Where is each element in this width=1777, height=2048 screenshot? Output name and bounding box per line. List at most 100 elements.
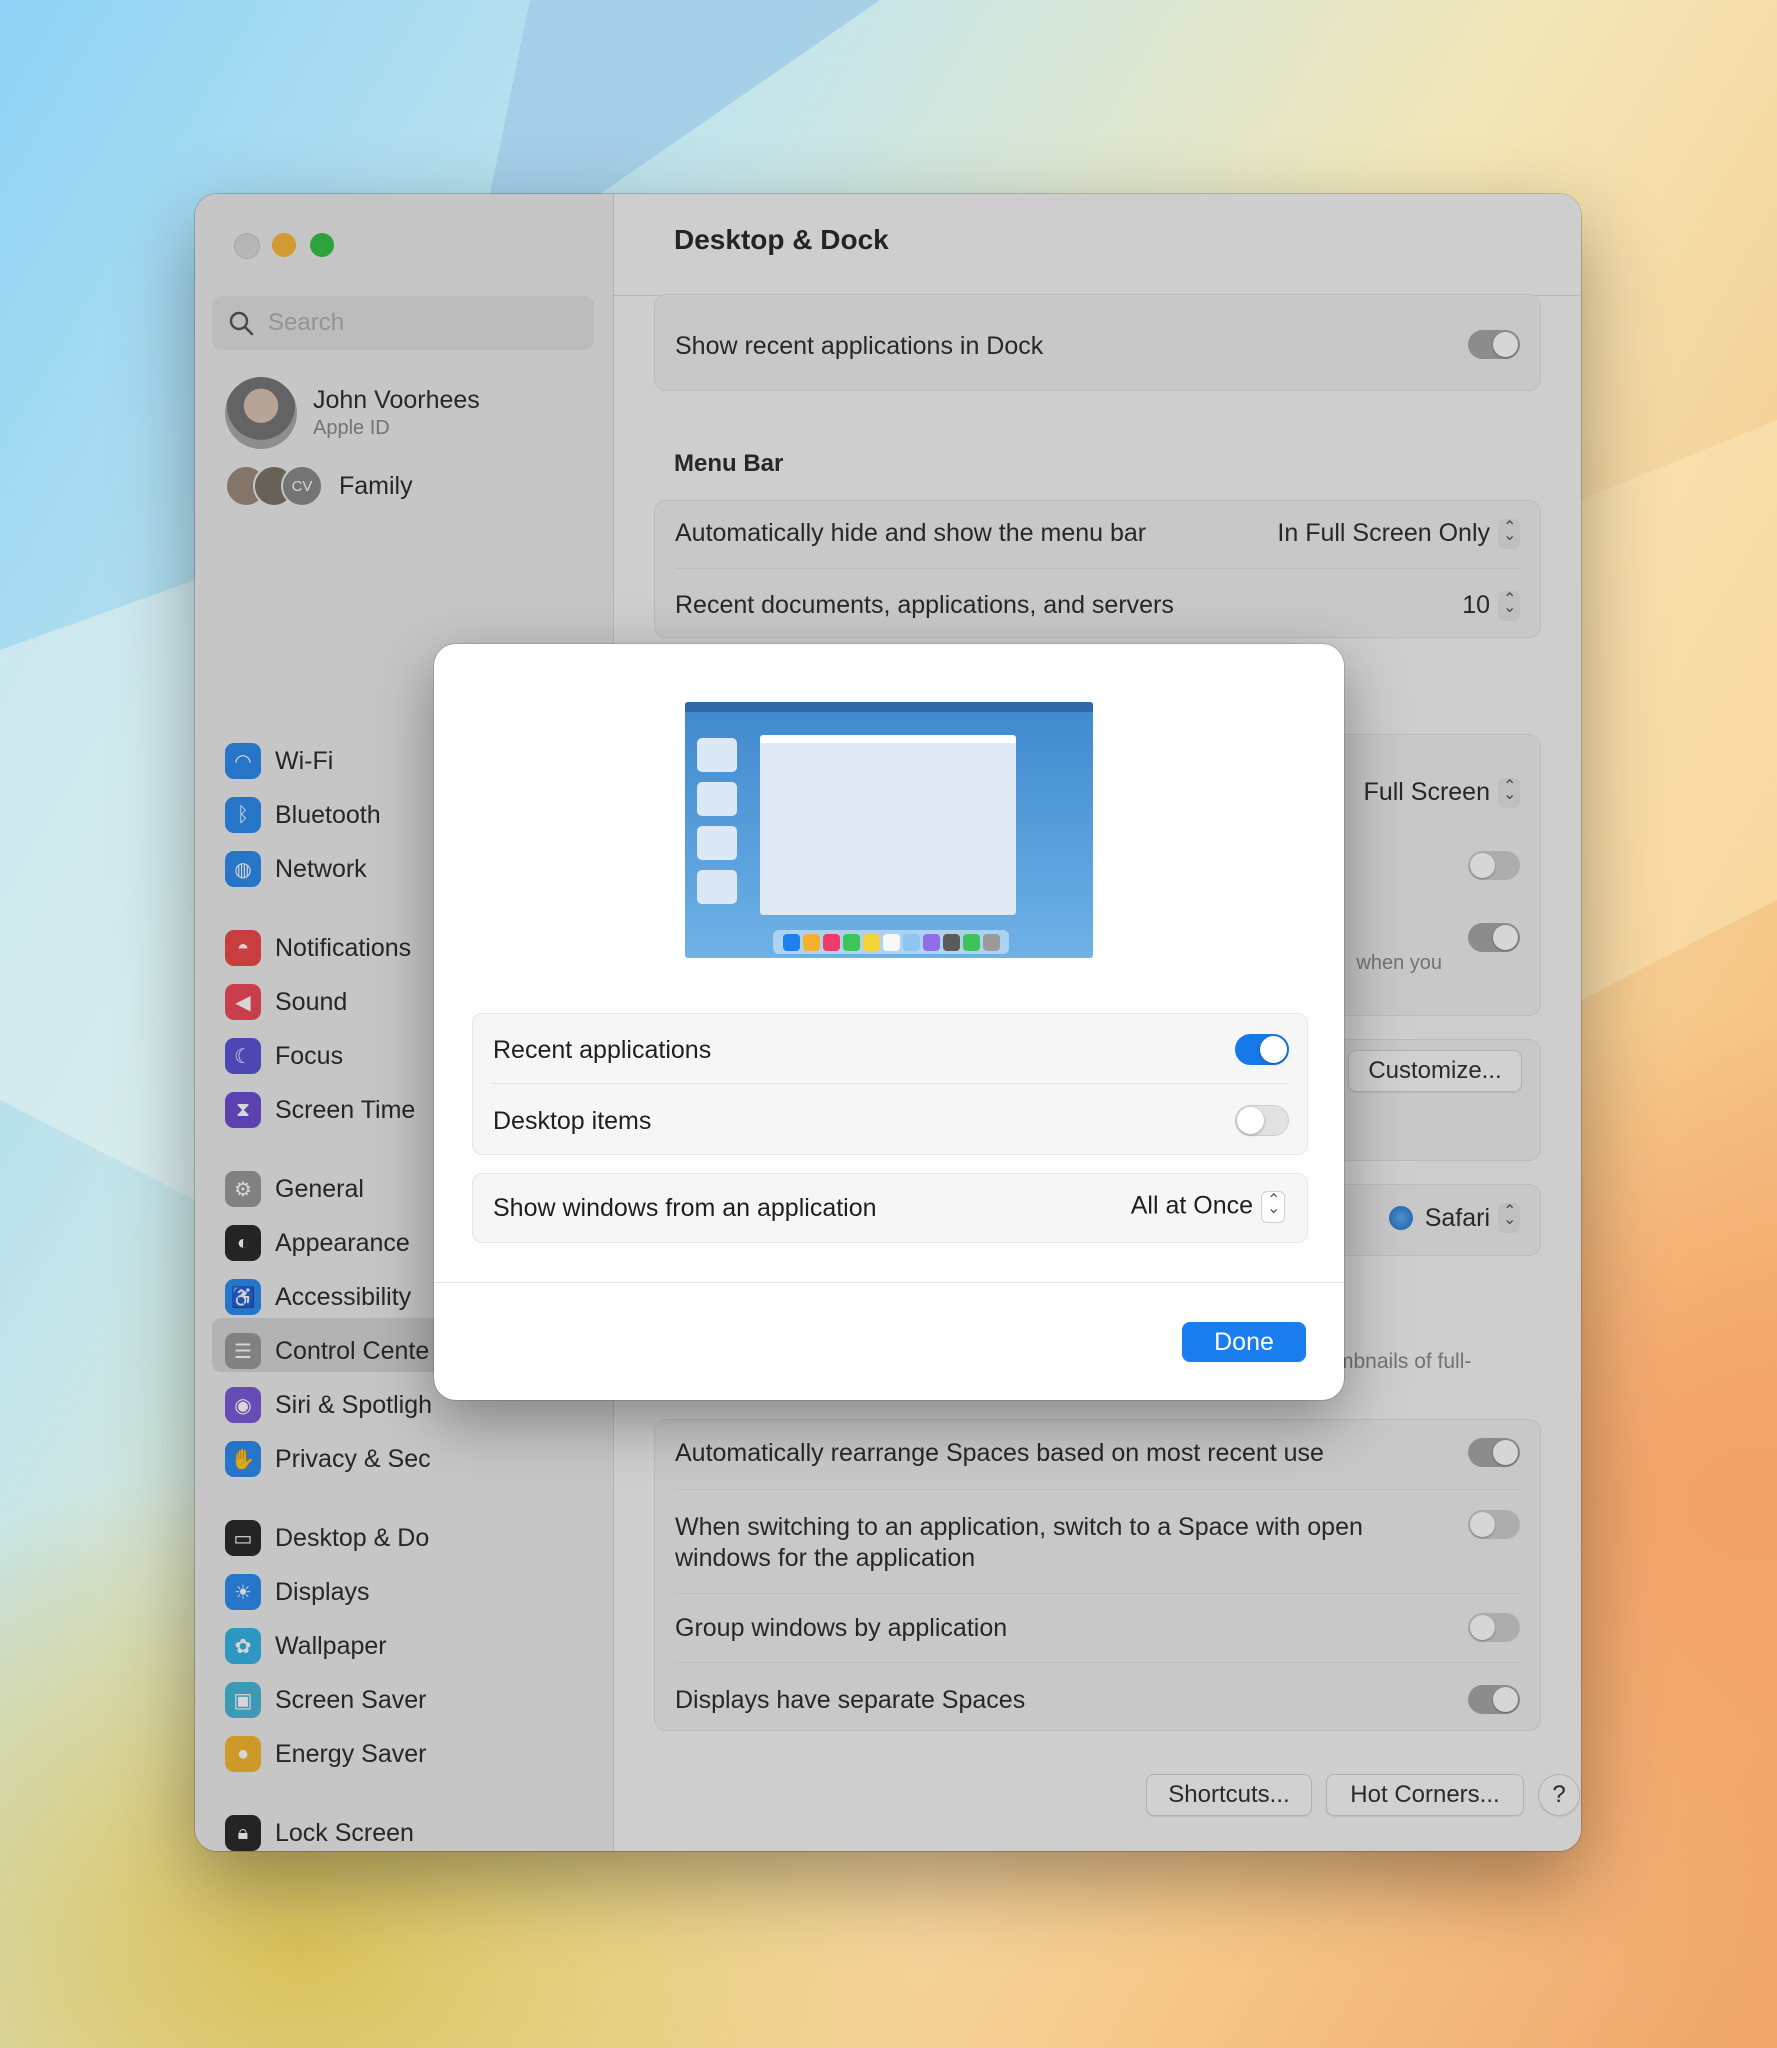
preview-dock-app [922, 933, 940, 951]
customize-button[interactable]: Customize... [1348, 1050, 1522, 1092]
sidebar-item-label: Displays [275, 1577, 370, 1606]
separate-spaces-row: Displays have separate Spaces [675, 1686, 1520, 1715]
desktop-items-label: Desktop items [493, 1107, 652, 1135]
popup-arrows-icon [1498, 589, 1520, 622]
show-windows-value: All at Once [1130, 1191, 1253, 1220]
bell-icon: ◓ [225, 930, 261, 966]
sidebar-item-siri-spotligh[interactable]: ◉ Siri & Spotligh [225, 1385, 432, 1425]
preview-menu-bar [685, 702, 1093, 712]
recent-docs-popup[interactable]: 10 [1462, 589, 1520, 622]
content-titlebar: Desktop & Dock [614, 194, 1581, 296]
switching-toggle[interactable] [1468, 1510, 1520, 1539]
recent-applications-toggle[interactable] [1235, 1034, 1289, 1065]
family-item[interactable]: CV Family [225, 465, 413, 507]
mission-control-group: Automatically rearrange Spaces based on … [654, 1419, 1541, 1731]
full-screen-popup[interactable]: Full Screen [1363, 776, 1520, 809]
help-button[interactable]: ? [1538, 1774, 1580, 1816]
family-avatar-initials: CV [281, 465, 323, 507]
lock-icon: 🔒︎ [225, 1815, 261, 1851]
sidebar-item-desktop-do[interactable]: ▭ Desktop & Do [225, 1518, 429, 1558]
group-windows-row: Group windows by application [675, 1614, 1520, 1643]
sheet-divider [434, 1282, 1344, 1283]
shortcuts-button[interactable]: Shortcuts... [1146, 1774, 1312, 1816]
sidebar-item-wi-fi[interactable]: ◠ Wi-Fi [225, 741, 333, 781]
recent-docs-value: 10 [1462, 591, 1490, 619]
appearance-icon: ◐ [225, 1225, 261, 1261]
sidebar-item-label: Notifications [275, 933, 412, 962]
preview-dock-app [802, 933, 820, 951]
wifi-icon: ◠ [225, 743, 261, 779]
autohide-value: In Full Screen Only [1277, 519, 1490, 547]
desktop-items-row: Desktop items [493, 1107, 1287, 1136]
recent-apps-row: Show recent applications in Dock [675, 332, 1520, 361]
moon-icon: ☾ [225, 1038, 261, 1074]
autohide-label: Automatically hide and show the menu bar [675, 519, 1147, 547]
recent-apps-toggle[interactable] [1468, 330, 1520, 359]
sidebar-item-displays[interactable]: ☀ Displays [225, 1572, 369, 1612]
preview-desktop-item [697, 826, 737, 860]
sidebar-item-appearance[interactable]: ◐ Appearance [225, 1223, 410, 1263]
hourglass-icon: ⧗ [225, 1092, 261, 1128]
sidebar-item-label: Sound [275, 987, 348, 1016]
sidebar-item-label: Network [275, 854, 367, 883]
preview-dock [773, 930, 1009, 954]
show-windows-popup[interactable]: All at Once [1130, 1190, 1285, 1223]
separate-spaces-toggle[interactable] [1468, 1685, 1520, 1714]
sidebar-item-privacy-sec[interactable]: ✋ Privacy & Sec [225, 1439, 431, 1479]
recent-applications-label: Recent applications [493, 1036, 712, 1064]
recent-docs-label: Recent documents, applications, and serv… [675, 591, 1174, 619]
sidebar-item-label: Privacy & Sec [275, 1444, 431, 1473]
sidebar-item-label: Bluetooth [275, 800, 381, 829]
sidebar-item-bluetooth[interactable]: ᛒ Bluetooth [225, 795, 381, 835]
dock-preview-image [685, 702, 1093, 958]
sidebar-item-screen-saver[interactable]: ▣ Screen Saver [225, 1680, 426, 1720]
flower-icon: ✿ [225, 1628, 261, 1664]
sidebar-item-lock-screen[interactable]: 🔒︎ Lock Screen [225, 1813, 414, 1851]
close-window-button[interactable] [234, 233, 260, 259]
hot-corners-button[interactable]: Hot Corners... [1326, 1774, 1524, 1816]
sidebar-item-label: Wi-Fi [275, 746, 334, 775]
screen-saver-icon: ▣ [225, 1682, 261, 1718]
avatar [225, 377, 297, 449]
windows-toggle-2[interactable] [1468, 923, 1520, 952]
gear-icon: ⚙ [225, 1171, 261, 1207]
sidebar-item-general[interactable]: ⚙ General [225, 1169, 364, 1209]
dock-settings-group: Show recent applications in Dock [654, 294, 1541, 391]
speaker-icon: ◀ [225, 984, 261, 1020]
preview-dock-app [962, 933, 980, 951]
profile-name: John Voorhees [313, 386, 480, 414]
desktop-items-toggle[interactable] [1235, 1105, 1289, 1136]
sidebar-item-sound[interactable]: ◀ Sound [225, 982, 347, 1022]
group-windows-toggle[interactable] [1468, 1613, 1520, 1642]
minimize-window-button[interactable] [272, 233, 296, 257]
sidebar-item-accessibility[interactable]: ♿ Accessibility [225, 1277, 411, 1317]
sidebar-item-screen-time[interactable]: ⧗ Screen Time [225, 1090, 415, 1130]
sidebar-item-control-cente[interactable]: ☰ Control Cente [225, 1331, 429, 1371]
zoom-window-button[interactable] [310, 233, 334, 257]
sidebar-item-label: Focus [275, 1041, 344, 1070]
sheet-show-windows-group: Show windows from an application All at … [472, 1173, 1308, 1243]
sun-icon: ☀ [225, 1574, 261, 1610]
apple-id-profile[interactable]: John Voorhees Apple ID [225, 377, 480, 449]
switching-label-line-2: windows for the application [675, 1544, 976, 1572]
accessibility-icon: ♿ [225, 1279, 261, 1315]
search-input[interactable]: Search [212, 296, 594, 350]
sidebar-item-focus[interactable]: ☾ Focus [225, 1036, 343, 1076]
sidebar-item-network[interactable]: ◍ Network [225, 849, 367, 889]
autohide-popup[interactable]: In Full Screen Only [1277, 517, 1520, 550]
popup-arrows-icon [1498, 1201, 1520, 1233]
sidebar-item-label: Screen Saver [275, 1685, 427, 1714]
sidebar-item-label: Accessibility [275, 1282, 412, 1311]
sidebar-item-label: Appearance [275, 1228, 410, 1257]
recent-apps-label: Show recent applications in Dock [675, 332, 1044, 360]
preview-dock-app [782, 933, 800, 951]
menu-bar-group: Automatically hide and show the menu bar… [654, 500, 1541, 638]
sidebar-item-energy-saver[interactable]: ● Energy Saver [225, 1734, 426, 1774]
sidebar-item-notifications[interactable]: ◓ Notifications [225, 928, 411, 968]
windows-toggle-1[interactable] [1468, 851, 1520, 880]
rearrange-toggle[interactable] [1468, 1438, 1520, 1467]
done-button[interactable]: Done [1182, 1322, 1306, 1362]
sidebar-item-wallpaper[interactable]: ✿ Wallpaper [225, 1626, 387, 1666]
default-browser-popup[interactable]: Safari [1388, 1201, 1520, 1233]
full-screen-value: Full Screen [1363, 778, 1490, 806]
